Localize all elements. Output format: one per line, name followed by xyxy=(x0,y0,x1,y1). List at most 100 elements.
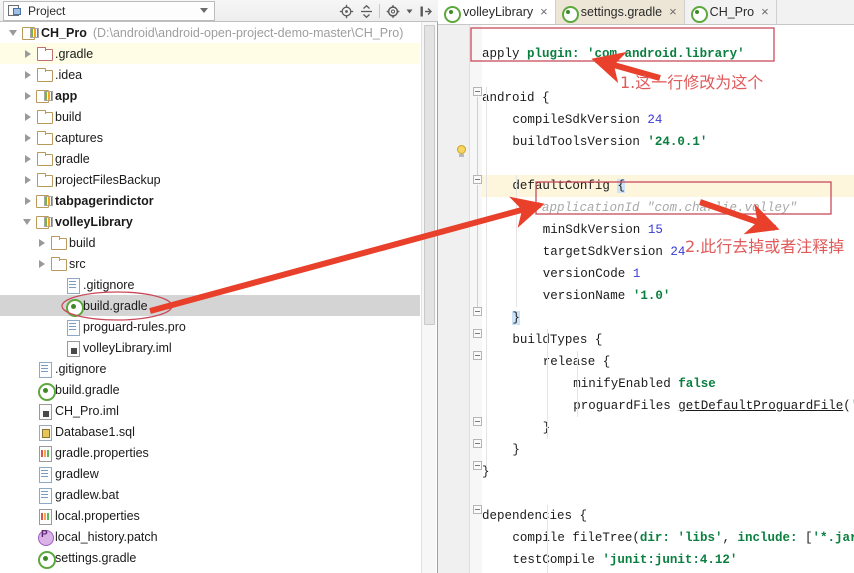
tree-row-projectfilesbackup[interactable]: projectFilesBackup xyxy=(0,169,420,190)
code-line[interactable]: dependencies { xyxy=(482,505,587,527)
sql-icon xyxy=(36,421,54,442)
tree-row-gradlew[interactable]: gradlew xyxy=(0,463,420,484)
code-line[interactable]: versionCode 1 xyxy=(543,263,641,285)
code-line[interactable]: minSdkVersion 15 xyxy=(543,219,663,241)
fold-marker[interactable] xyxy=(473,307,482,316)
chevron-right-icon[interactable] xyxy=(20,64,36,85)
code-text-area[interactable]: //apply plugin: 'com.android.library'and… xyxy=(482,25,854,573)
tree-row-ch-pro[interactable]: CH_Pro (D:\android\android-open-project-d… xyxy=(0,22,420,43)
chevron-right-icon[interactable] xyxy=(20,127,36,148)
fold-marker[interactable] xyxy=(473,461,482,470)
close-icon[interactable]: × xyxy=(540,5,548,18)
tree-row-build-gradle[interactable]: build.gradle xyxy=(0,295,420,317)
chevron-right-icon[interactable] xyxy=(34,232,50,253)
tree-item-label: .gitignore xyxy=(55,361,107,376)
fold-marker[interactable] xyxy=(473,505,482,514)
code-line[interactable]: defaultConfig { xyxy=(512,175,625,197)
fold-marker[interactable] xyxy=(473,351,482,360)
tree-row-volleylibrary-iml[interactable]: volleyLibrary.iml xyxy=(0,337,420,358)
code-line[interactable]: compile fileTree(dir: 'libs', include: [… xyxy=(512,527,854,549)
editor-tab-settings-gradle[interactable]: settings.gradle × xyxy=(555,0,685,24)
code-line[interactable]: minifyEnabled false xyxy=(573,373,716,395)
project-file-tree[interactable]: CH_Pro (D:\android\android-open-project-d… xyxy=(0,22,420,573)
chevron-right-icon[interactable] xyxy=(20,148,36,169)
scrollbar-thumb[interactable] xyxy=(424,25,435,325)
code-line[interactable]: buildToolsVersion '24.0.1' xyxy=(512,131,707,153)
editor-tab-volleylibrary[interactable]: volleyLibrary × xyxy=(438,0,556,24)
tree-row-gradle-properties[interactable]: gradle.properties xyxy=(0,442,420,463)
tree-row-build-gradle[interactable]: build.gradle xyxy=(0,379,420,401)
fold-marker[interactable] xyxy=(473,87,482,96)
close-icon[interactable]: × xyxy=(669,5,677,18)
code-token: , xyxy=(722,531,738,545)
tree-twisty-empty xyxy=(20,505,36,526)
code-line[interactable]: targetSdkVersion 24 xyxy=(543,241,686,263)
tree-row-ch-pro-iml[interactable]: CH_Pro.iml xyxy=(0,400,420,421)
hide-panel-icon[interactable] xyxy=(415,1,435,21)
code-line[interactable]: apply plugin: 'com.android.library' xyxy=(482,43,745,65)
chevron-right-icon[interactable] xyxy=(20,106,36,127)
collapse-all-icon[interactable] xyxy=(356,1,376,21)
code-token: testCompile xyxy=(512,553,603,567)
chevron-right-icon[interactable] xyxy=(20,43,36,64)
project-tree-scrollbar[interactable] xyxy=(421,22,436,573)
code-line[interactable]: } xyxy=(512,307,520,329)
code-line[interactable]: proguardFiles getDefaultProguardFile('pr… xyxy=(573,395,854,417)
tree-twisty-empty xyxy=(20,484,36,505)
code-token: proguardFiles xyxy=(573,399,679,413)
settings-chevron-down-icon[interactable] xyxy=(403,1,415,21)
code-line[interactable]: android { xyxy=(482,87,550,109)
editor-fold-strip[interactable] xyxy=(470,25,482,573)
chevron-right-icon[interactable] xyxy=(34,253,50,274)
close-icon[interactable]: × xyxy=(761,5,769,18)
tree-row-gradle[interactable]: gradle xyxy=(0,148,420,169)
tree-item-label: build.gradle xyxy=(83,298,148,313)
chevron-right-icon[interactable] xyxy=(20,169,36,190)
tree-row-captures[interactable]: captures xyxy=(0,127,420,148)
chevron-down-icon[interactable] xyxy=(20,211,36,232)
folder-icon xyxy=(36,127,54,148)
code-token: } xyxy=(512,443,520,457)
chevron-right-icon[interactable] xyxy=(20,85,36,106)
tree-row-volleylibrary[interactable]: volleyLibrary xyxy=(0,211,420,232)
tree-row-gitignore[interactable]: .gitignore xyxy=(0,274,420,295)
fold-marker[interactable] xyxy=(473,417,482,426)
tree-row-database1-sql[interactable]: Database1.sql xyxy=(0,421,420,442)
code-line[interactable]: versionName '1.0' xyxy=(543,285,671,307)
code-token: dir: xyxy=(639,531,670,545)
intention-bulb-icon[interactable] xyxy=(455,145,468,158)
locate-icon[interactable] xyxy=(336,1,356,21)
tree-item-label: captures xyxy=(55,130,103,145)
tree-row-tabpagerindictor[interactable]: tabpagerindictor xyxy=(0,190,420,211)
code-line[interactable]: applicationId "com.charlie.volley" xyxy=(482,197,797,219)
fold-marker[interactable] xyxy=(473,175,482,184)
tree-row-local-properties[interactable]: local.properties xyxy=(0,505,420,526)
tree-row-gradlew-bat[interactable]: gradlew.bat xyxy=(0,484,420,505)
code-line[interactable]: compileSdkVersion 24 xyxy=(512,109,662,131)
tree-row-gradle[interactable]: .gradle xyxy=(0,43,420,64)
tree-row-src[interactable]: src xyxy=(0,253,420,274)
chevron-right-icon[interactable] xyxy=(20,190,36,211)
fold-marker[interactable] xyxy=(473,329,482,338)
editor-gutter[interactable] xyxy=(438,25,470,573)
code-line[interactable]: buildTypes { xyxy=(512,329,602,351)
tree-row-build[interactable]: build xyxy=(0,232,420,253)
tree-row-local-history-patch[interactable]: local_history.patch xyxy=(0,526,420,547)
indent-guide xyxy=(547,505,548,573)
code-token: android { xyxy=(482,91,550,105)
tree-row-proguard-rules-pro[interactable]: proguard-rules.pro xyxy=(0,316,420,337)
tree-row-app[interactable]: app xyxy=(0,85,420,106)
tree-row-settings-gradle[interactable]: settings.gradle xyxy=(0,547,420,569)
editor-tab-ch-pro[interactable]: CH_Pro × xyxy=(684,0,777,24)
code-token: compile fileTree( xyxy=(512,531,640,545)
gear-icon[interactable] xyxy=(383,1,403,21)
tree-row-idea[interactable]: .idea xyxy=(0,64,420,85)
tree-item-label: projectFilesBackup xyxy=(55,172,161,187)
tree-twisty-empty xyxy=(48,337,64,358)
code-line[interactable]: } xyxy=(512,439,520,461)
tree-row-build[interactable]: build xyxy=(0,106,420,127)
chevron-down-icon[interactable] xyxy=(6,22,22,43)
tree-row-gitignore[interactable]: .gitignore xyxy=(0,358,420,379)
project-view-selector[interactable]: Project xyxy=(3,0,215,21)
fold-marker[interactable] xyxy=(473,439,482,448)
